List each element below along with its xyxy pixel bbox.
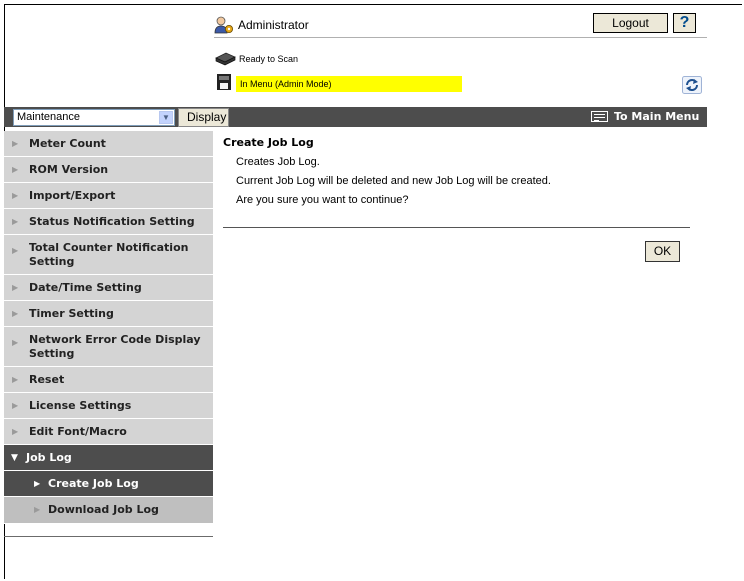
sidebar-item-label: Meter Count [29, 136, 106, 150]
page-title: Create Job Log [223, 136, 314, 149]
sidebar-item-label: Total Counter Notification Setting [29, 240, 189, 268]
triangle-down-icon: ▼ [11, 452, 18, 463]
triangle-right-icon: ▶ [12, 426, 19, 436]
sidebar-item-label: Download Job Log [48, 503, 159, 516]
administrator-icon [214, 16, 234, 34]
content-divider [223, 227, 690, 228]
help-button[interactable]: ? [673, 13, 696, 33]
chevron-down-icon[interactable]: ▼ [159, 111, 173, 124]
sidebar-item-network-error-code[interactable]: ▶ Network Error Code Display Setting [4, 327, 213, 367]
sidebar-item-label: Status Notification Setting [29, 214, 195, 228]
sidebar-item-reset[interactable]: ▶ Reset [4, 367, 213, 393]
menu-status: In Menu (Admin Mode) [236, 76, 462, 92]
sidebar-divider [4, 536, 213, 537]
sidebar-item-label: Edit Font/Macro [29, 424, 127, 438]
logout-button[interactable]: Logout [593, 13, 668, 33]
display-button[interactable]: Display [178, 108, 229, 127]
mode-select-value: Maintenance [17, 111, 80, 123]
main-menu-label: To Main Menu [614, 110, 700, 123]
sidebar-item-label: Import/Export [29, 188, 116, 202]
header-divider [214, 37, 707, 38]
triangle-right-icon: ▶ [12, 138, 19, 148]
triangle-right-icon: ▶ [12, 282, 19, 292]
scanner-status: Ready to Scan [239, 54, 299, 64]
mode-select[interactable]: Maintenance ▼ [13, 109, 175, 126]
triangle-right-icon: ▶ [12, 400, 19, 410]
user-name: Administrator [238, 18, 309, 32]
sidebar-item-label: Create Job Log [48, 476, 139, 490]
description-line: Current Job Log will be deleted and new … [236, 175, 551, 187]
triangle-right-icon: ▶ [12, 308, 19, 318]
sidebar-item-date-time[interactable]: ▶ Date/Time Setting [4, 275, 213, 301]
scanner-icon [214, 52, 236, 66]
sidebar-item-import-export[interactable]: ▶ Import/Export [4, 183, 213, 209]
sidebar-item-total-counter-notification[interactable]: ▶ Total Counter Notification Setting [4, 235, 213, 275]
printer-icon [214, 72, 234, 92]
sidebar-item-rom-version[interactable]: ▶ ROM Version [4, 157, 213, 183]
sidebar-item-create-job-log[interactable]: ▶ Create Job Log [4, 471, 213, 497]
triangle-right-icon: ▶ [12, 216, 19, 226]
sidebar-item-job-log[interactable]: ▼ Job Log [4, 445, 213, 471]
sidebar-item-timer[interactable]: ▶ Timer Setting [4, 301, 213, 327]
sidebar-item-status-notification[interactable]: ▶ Status Notification Setting [4, 209, 213, 235]
triangle-right-icon: ▶ [34, 478, 41, 488]
sidebar-item-meter-count[interactable]: ▶ Meter Count [4, 131, 213, 157]
to-main-menu-link[interactable]: To Main Menu [591, 109, 699, 125]
sidebar-item-edit-font-macro[interactable]: ▶ Edit Font/Macro [4, 419, 213, 445]
sidebar-item-label: Timer Setting [29, 306, 114, 320]
triangle-right-icon: ▶ [12, 164, 19, 174]
triangle-right-icon: ▶ [12, 246, 19, 255]
sidebar-item-label: Reset [29, 372, 65, 386]
description-line: Are you sure you want to continue? [236, 194, 409, 206]
triangle-right-icon: ▶ [34, 505, 41, 514]
refresh-icon[interactable] [682, 76, 702, 94]
sidebar-item-label: Job Log [26, 450, 72, 464]
sidebar-item-label: ROM Version [29, 162, 109, 176]
sidebar-item-label: Network Error Code Display Setting [29, 332, 201, 360]
ok-button[interactable]: OK [645, 241, 680, 262]
sidebar-item-label: Date/Time Setting [29, 280, 142, 294]
description-line: Creates Job Log. [236, 156, 320, 168]
triangle-right-icon: ▶ [12, 374, 19, 384]
sidebar-item-label: License Settings [29, 398, 132, 412]
triangle-right-icon: ▶ [12, 338, 19, 347]
sidebar-item-license-settings[interactable]: ▶ License Settings [4, 393, 213, 419]
sidebar-item-download-job-log[interactable]: ▶ Download Job Log [4, 497, 213, 524]
triangle-right-icon: ▶ [12, 190, 19, 200]
main-menu-icon [591, 111, 608, 122]
